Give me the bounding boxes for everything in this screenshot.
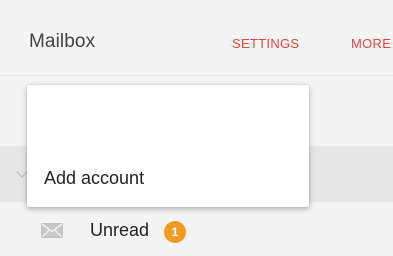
- settings-button[interactable]: SETTINGS: [232, 36, 299, 51]
- unread-count-badge: 1: [164, 221, 186, 243]
- folder-label: Unread: [90, 220, 150, 240]
- app-header: Mailbox SETTINGS MORE: [0, 0, 393, 76]
- envelope-icon: [41, 223, 63, 238]
- overflow-menu: Add account: [27, 85, 309, 207]
- page-title: Mailbox: [29, 31, 96, 52]
- menu-item-blank[interactable]: [27, 85, 309, 147]
- folder-item-unread[interactable]: Unread 1: [0, 202, 393, 256]
- menu-item-label: Add account: [44, 168, 145, 188]
- more-button[interactable]: MORE: [351, 36, 391, 51]
- chevron-down-icon: [16, 166, 28, 178]
- add-account-menu-item[interactable]: Add account: [27, 147, 309, 207]
